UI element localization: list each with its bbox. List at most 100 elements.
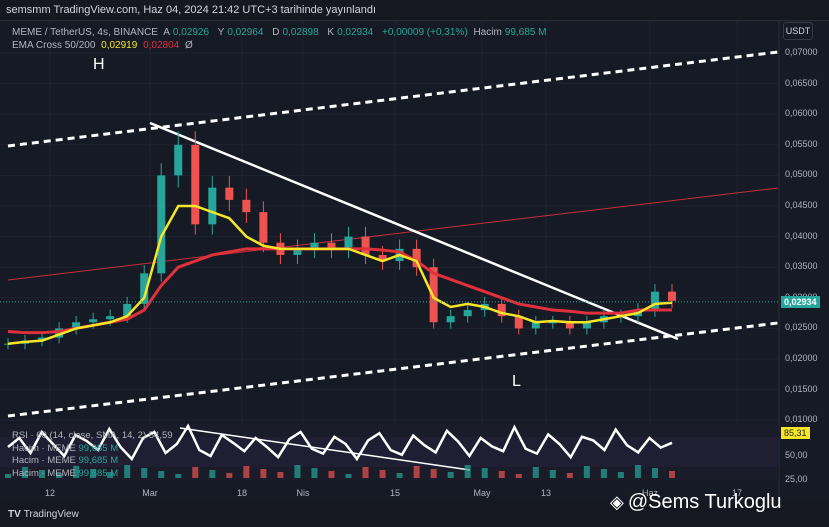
volume-bar [277, 472, 284, 478]
volume-bar [617, 472, 624, 478]
price-tick-label: 0,06500 [785, 77, 818, 88]
rsi-label[interactable]: RSI · 60 (14, close, SMA, 14, 2) [12, 430, 146, 441]
open-value: 0,02926 [172, 27, 210, 38]
volume-bar [481, 468, 488, 478]
volume-bar [192, 467, 199, 478]
price-tick-label: 0,05500 [785, 138, 818, 149]
symbol-name[interactable]: MEME / TetherUS, 4s, BINANCE [12, 27, 158, 38]
volume-value: 99,685 M [78, 467, 119, 479]
time-tick-label: May [473, 488, 491, 498]
volume-label: Hacim [473, 27, 502, 38]
volume-bar [413, 466, 420, 478]
volume-bar [464, 465, 471, 478]
candle-body [668, 291, 676, 301]
ema-50-line [7, 204, 673, 345]
currency-button[interactable]: USDT [783, 22, 813, 40]
tradingview-logo[interactable]: TV TradingView [8, 509, 79, 520]
volume-bar [515, 474, 522, 478]
price-tick-label: 0,01000 [785, 414, 818, 425]
volume-bar [396, 473, 403, 478]
volume-bar [209, 470, 216, 478]
time-tick-label: 15 [389, 488, 401, 498]
volume-bar [226, 473, 233, 478]
volume-bar [498, 471, 505, 478]
price-tick-label: 0,01500 [785, 383, 818, 394]
price-tick-label: 0,06000 [785, 108, 818, 119]
high-annotation: H [93, 56, 105, 73]
volume-bar [260, 469, 267, 478]
close-label: K [327, 27, 335, 38]
high-value: 0,02964 [227, 27, 264, 38]
volume-bar [311, 468, 318, 478]
candle-body [463, 310, 472, 317]
volume-bar [669, 471, 675, 478]
watermark-text: @Sems Turkoglu [627, 491, 782, 513]
high-label: Y [217, 27, 225, 38]
volume-label[interactable]: Hacim · MEME [12, 455, 76, 466]
volume-value: 99,685 M [504, 27, 547, 38]
close-value: 0,02934 [337, 27, 374, 38]
volume-bar [634, 465, 641, 478]
time-tick-label: 13 [540, 488, 552, 498]
volume-label[interactable]: Hacim · MEME [12, 468, 76, 479]
volume-bar [294, 465, 301, 478]
candle-body [191, 144, 200, 225]
volume-value: 99,685 M [78, 442, 119, 454]
time-tick-label: 18 [236, 488, 248, 498]
volume-bar [430, 469, 437, 478]
volume-bar [379, 470, 386, 478]
mid-line [7, 187, 779, 281]
price-tick-label: 0,02000 [785, 353, 818, 363]
time-tick-label: Nis [296, 488, 310, 498]
volume-bar [549, 470, 556, 478]
low-annotation: L [512, 373, 521, 390]
current-price-badge: 0,02934 [781, 296, 820, 308]
ema-fast-value: 0,02919 [101, 40, 138, 51]
rsi-tick-50: 50,00 [785, 450, 808, 460]
volume-bar [175, 474, 182, 478]
candle-body [157, 175, 166, 274]
rsi-current-badge: 85,31 [781, 427, 810, 439]
rsi-value: 54,59 [148, 430, 173, 441]
volume-value: 99,685 M [78, 455, 119, 466]
volume-bar [583, 466, 590, 478]
candle-body [446, 316, 455, 323]
price-tick-label: 0,04500 [785, 200, 818, 210]
candle-body [650, 291, 659, 311]
binance-logo-icon: ◈ [610, 492, 624, 512]
downtrend-line [149, 121, 679, 341]
candle-body [174, 144, 183, 176]
ema-slow-value: 0,02804 [143, 40, 180, 51]
volume-bar [566, 473, 573, 478]
ema-extra: Ø [185, 40, 193, 51]
candle-body [225, 187, 234, 200]
volume-bar [532, 467, 539, 478]
tv-logo-icon: TV [8, 509, 21, 520]
low-value: 0,02898 [282, 27, 319, 38]
volume-bar [243, 466, 250, 478]
candle-body [344, 236, 353, 249]
channel-lower-line [7, 321, 779, 418]
volume-bar [328, 471, 335, 478]
price-tick-label: 0,04000 [785, 230, 818, 241]
symbol-legend: MEME / TetherUS, 4s, BINANCE A 0,02926 Y0… [12, 26, 552, 52]
candle-body [242, 199, 251, 213]
candle-body [106, 316, 115, 320]
change-value: +0,00009 (+0,31%) [382, 27, 468, 38]
open-label: A [163, 27, 170, 38]
indicator-legend: RSI · 60 (14, close, SMA, 14, 2) 54,59 H… [12, 430, 173, 480]
volume-bar [600, 469, 607, 478]
volume-bar [362, 467, 369, 478]
ema-200-line [7, 247, 672, 335]
volume-bar [5, 474, 11, 478]
price-tick-label: 0,07000 [785, 47, 818, 57]
candle-body [361, 236, 370, 255]
time-tick-label: Mar [142, 488, 158, 498]
logo-text: TradingView [23, 509, 79, 520]
ema-label[interactable]: EMA Cross 50/200 [12, 40, 95, 51]
candle-body [259, 212, 268, 243]
volume-bar [345, 474, 352, 478]
volume-label[interactable]: Hacim · MEME [12, 443, 76, 454]
channel-upper-line [7, 50, 779, 148]
low-label: D [272, 27, 280, 38]
